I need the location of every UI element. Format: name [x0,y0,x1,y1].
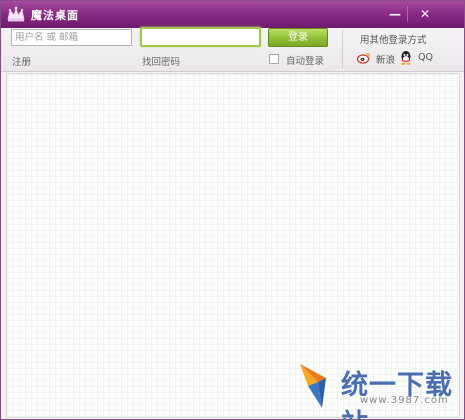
watermark-logo-icon [300,364,326,408]
register-link[interactable]: 注册 [12,54,31,68]
weibo-icon[interactable] [357,51,371,64]
crown-logo-icon [7,6,25,22]
forgot-password-link[interactable]: 找回密码 [142,54,180,68]
password-input[interactable] [140,27,261,47]
username-input[interactable] [11,29,132,46]
qq-label[interactable]: QQ [418,52,433,63]
login-bar: 登录 注册 找回密码 自动登录 用其他登录方式 新浪 QQ [1,27,464,72]
auto-login-label: 自动登录 [286,56,325,67]
login-divider [342,30,343,68]
weibo-label[interactable]: 新浪 [376,52,395,66]
window-title: 魔法桌面 [31,9,79,22]
qq-icon[interactable] [399,50,413,65]
title-bar[interactable]: 魔法桌面 — ✕ [1,1,464,28]
close-button[interactable]: ✕ [415,7,435,22]
app-window: 魔法桌面 — ✕ 登录 注册 找回密码 自动登录 用其他登录方式 新浪 [0,0,465,420]
other-login-label: 用其他登录方式 [360,35,427,46]
minimize-button[interactable]: — [385,7,405,22]
login-button[interactable]: 登录 [268,28,328,47]
auto-login-checkbox[interactable] [269,54,279,64]
watermark-text: 统一下载站 [341,370,453,420]
watermark-url: www.3987.com [360,395,449,406]
titlebar-divider [407,6,408,22]
